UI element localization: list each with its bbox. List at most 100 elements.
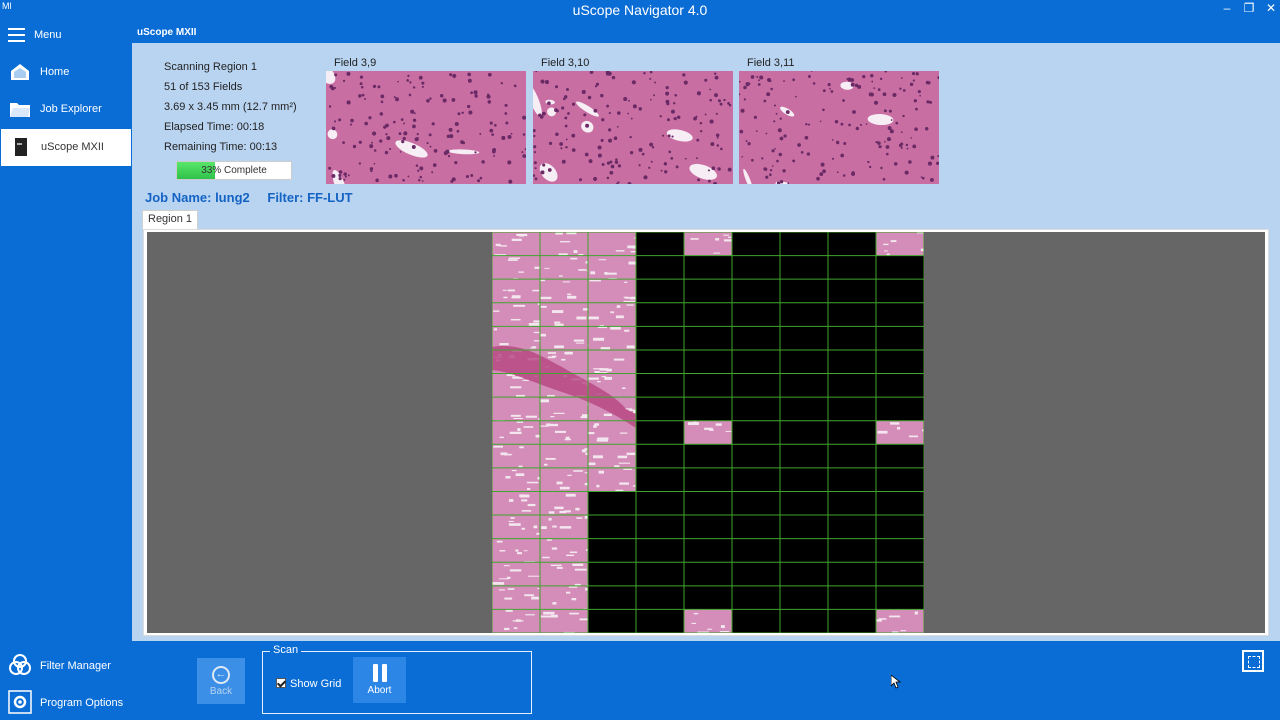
grid-cell[interactable] (684, 585, 733, 610)
grid-cell[interactable] (588, 349, 637, 375)
show-grid-checkbox[interactable]: Show Grid (276, 678, 341, 690)
grid-cell[interactable] (636, 397, 685, 422)
scan-viewer[interactable] (143, 229, 1269, 636)
grid-cell[interactable] (684, 302, 733, 327)
grid-cell[interactable] (588, 232, 637, 257)
grid-cell[interactable] (492, 255, 541, 280)
grid-cell[interactable] (636, 349, 685, 375)
grid-cell[interactable] (492, 515, 541, 540)
grid-cell[interactable] (780, 255, 829, 280)
grid-cell[interactable] (780, 467, 829, 492)
grid-cell[interactable] (684, 562, 733, 587)
grid-cell[interactable] (876, 444, 924, 469)
grid-cell[interactable] (732, 232, 781, 257)
grid-cell[interactable] (828, 232, 877, 257)
grid-cell[interactable] (876, 302, 924, 327)
grid-cell[interactable] (732, 585, 781, 610)
grid-cell[interactable] (732, 562, 781, 587)
restore-button[interactable]: ❐ (1238, 0, 1260, 19)
grid-cell[interactable] (636, 609, 685, 633)
grid-cell[interactable] (828, 279, 877, 304)
grid-cell[interactable] (588, 515, 637, 540)
grid-cell[interactable] (780, 302, 829, 327)
grid-cell[interactable] (588, 609, 637, 633)
grid-cell[interactable] (636, 467, 685, 492)
grid-cell[interactable] (828, 515, 877, 540)
grid-cell[interactable] (876, 515, 924, 540)
grid-cell[interactable] (684, 349, 733, 375)
grid-cell[interactable] (780, 326, 829, 351)
grid-cell[interactable] (876, 255, 924, 280)
grid-cell[interactable] (588, 279, 637, 304)
grid-cell[interactable] (636, 255, 685, 280)
grid-cell[interactable] (588, 467, 637, 492)
grid-cell[interactable] (876, 326, 924, 351)
grid-cell[interactable] (684, 515, 733, 540)
grid-cell[interactable] (732, 467, 781, 492)
grid-cell[interactable] (780, 373, 829, 398)
grid-cell[interactable] (636, 373, 685, 398)
back-button[interactable]: ← Back (197, 658, 245, 704)
grid-cell[interactable] (540, 326, 589, 351)
grid-cell[interactable] (540, 232, 589, 257)
grid-cell[interactable] (732, 326, 781, 351)
grid-cell[interactable] (636, 279, 685, 304)
grid-cell[interactable] (732, 373, 781, 398)
grid-cell[interactable] (636, 562, 685, 587)
grid-cell[interactable] (732, 349, 781, 375)
grid-cell[interactable] (828, 397, 877, 422)
grid-cell[interactable] (684, 538, 733, 563)
grid-cell[interactable] (732, 302, 781, 327)
grid-cell[interactable] (732, 279, 781, 304)
grid-cell[interactable] (588, 585, 637, 610)
grid-cell[interactable] (876, 562, 924, 587)
grid-cell[interactable] (828, 373, 877, 398)
grid-cell[interactable] (732, 491, 781, 516)
tab-region-1[interactable]: Region 1 (142, 210, 199, 229)
grid-cell[interactable] (828, 349, 877, 375)
grid-cell[interactable] (492, 444, 541, 469)
checkbox-checked-icon[interactable] (276, 678, 286, 688)
grid-cell[interactable] (732, 538, 781, 563)
sidebar-item-program-options[interactable]: Program Options (0, 684, 132, 718)
grid-cell[interactable] (636, 491, 685, 516)
grid-cell[interactable] (540, 279, 589, 304)
grid-cell[interactable] (828, 255, 877, 280)
grid-cell[interactable] (684, 397, 733, 422)
grid-cell[interactable] (828, 538, 877, 563)
grid-cell[interactable] (492, 467, 541, 492)
grid-cell[interactable] (588, 255, 637, 280)
grid-cell[interactable] (828, 444, 877, 469)
grid-cell[interactable] (684, 279, 733, 304)
grid-cell[interactable] (876, 279, 924, 304)
grid-cell[interactable] (828, 467, 877, 492)
grid-cell[interactable] (684, 467, 733, 492)
grid-cell[interactable] (540, 585, 589, 610)
grid-cell[interactable] (780, 562, 829, 587)
grid-cell[interactable] (780, 491, 829, 516)
grid-cell[interactable] (780, 609, 829, 633)
grid-cell[interactable] (780, 279, 829, 304)
grid-cell[interactable] (636, 302, 685, 327)
grid-cell[interactable] (684, 255, 733, 280)
grid-cell[interactable] (876, 585, 924, 610)
grid-cell[interactable] (876, 397, 924, 422)
grid-cell[interactable] (780, 515, 829, 540)
grid-cell[interactable] (636, 515, 685, 540)
grid-cell[interactable] (780, 349, 829, 375)
abort-button[interactable]: Abort (353, 657, 406, 703)
grid-cell[interactable] (828, 491, 877, 516)
menu-button[interactable]: Menu (0, 19, 132, 53)
grid-cell[interactable] (540, 538, 589, 563)
grid-cell[interactable] (732, 397, 781, 422)
grid-cell[interactable] (588, 538, 637, 563)
grid-cell[interactable] (540, 255, 589, 280)
grid-cell[interactable] (636, 585, 685, 610)
grid-cell[interactable] (828, 326, 877, 351)
scan-grid[interactable] (492, 232, 924, 633)
grid-cell[interactable] (876, 373, 924, 398)
sidebar-item-uscope-mxii[interactable]: uScope MXII (1, 129, 131, 166)
grid-cell[interactable] (732, 444, 781, 469)
grid-cell[interactable] (636, 232, 685, 257)
grid-cell[interactable] (828, 585, 877, 610)
